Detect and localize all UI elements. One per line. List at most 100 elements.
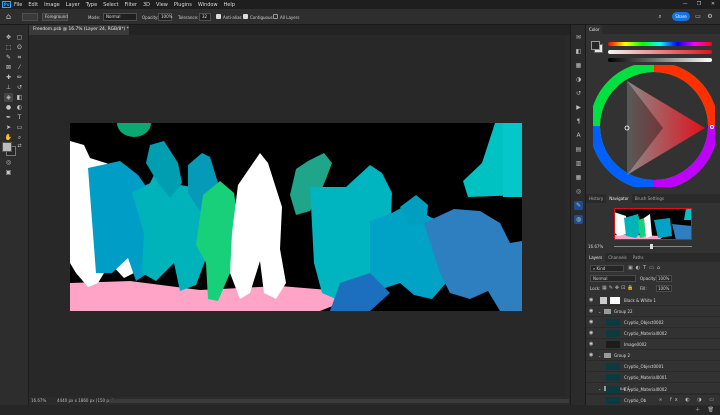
- visibility-eye-icon[interactable]: ◉: [589, 295, 595, 306]
- share-button[interactable]: Share: [672, 12, 690, 21]
- maximize-button[interactable]: ❐: [692, 0, 706, 9]
- gradients-icon[interactable]: ▥: [574, 159, 583, 168]
- menu-window[interactable]: Window: [198, 2, 218, 8]
- layer-row[interactable]: ◉ Cryptio_Object0002: [586, 317, 720, 328]
- adjustments-icon[interactable]: ◑: [574, 75, 583, 84]
- menu-edit[interactable]: Edit: [28, 2, 38, 8]
- menu-type[interactable]: Type: [86, 2, 97, 8]
- paint-bucket-tool-preset[interactable]: [22, 13, 38, 21]
- move-tool-icon[interactable]: ✥: [4, 33, 13, 42]
- home-icon[interactable]: ⌂: [6, 12, 16, 22]
- brush-tool-icon[interactable]: ✏: [15, 73, 24, 82]
- actions-icon[interactable]: ▶: [574, 103, 583, 112]
- visibility-eye-icon[interactable]: ◉: [589, 350, 595, 361]
- layer-row[interactable]: ◉ Cryptio_Material0002: [586, 328, 720, 339]
- zoom-readout[interactable]: 16.67%: [31, 398, 46, 403]
- menu-help[interactable]: Help: [224, 2, 235, 8]
- group-expand-icon[interactable]: ⌄: [598, 350, 601, 361]
- close-button[interactable]: ✕: [706, 0, 720, 9]
- menu-plugins[interactable]: Plugins: [174, 2, 192, 8]
- tab-layers[interactable]: Layers: [586, 253, 606, 262]
- horizontal-scrollbar[interactable]: [109, 399, 569, 403]
- swap-colors-icon[interactable]: ⇄: [15, 142, 24, 151]
- mode-select[interactable]: Normal: [103, 13, 137, 21]
- tab-paths[interactable]: Paths: [630, 253, 647, 262]
- antialias-checkbox[interactable]: [216, 14, 221, 19]
- styles-icon[interactable]: ◎: [574, 187, 583, 196]
- pen-tool-icon[interactable]: ✒: [4, 113, 13, 122]
- tab-color[interactable]: Color: [586, 25, 603, 34]
- layer-row[interactable]: Cryptio_Material0001: [586, 372, 720, 383]
- paragraph-icon[interactable]: ¶: [574, 117, 583, 126]
- visibility-eye-icon[interactable]: ◉: [589, 328, 595, 339]
- workspace-icon[interactable]: ▭: [694, 12, 702, 21]
- opacity-field[interactable]: 100%: [158, 13, 172, 21]
- fill-field[interactable]: 100%: [656, 285, 672, 292]
- color-wheel[interactable]: [593, 65, 715, 187]
- group-expand-icon[interactable]: ⌄: [598, 306, 601, 317]
- tab-brush-settings[interactable]: Brush Settings: [632, 194, 667, 203]
- layer-row[interactable]: ◉ Image0002: [586, 339, 720, 350]
- document-tab[interactable]: Freedom.psb @ 16.7% (Layer 24, RGB/8*) *…: [29, 25, 129, 42]
- quick-select-tool-icon[interactable]: ✎: [4, 53, 13, 62]
- menu-view[interactable]: View: [156, 2, 168, 8]
- crop-tool-icon[interactable]: ⌗: [15, 53, 24, 62]
- minimize-button[interactable]: —: [678, 0, 692, 9]
- layer-row[interactable]: ◉ ⌄ Group 22: [586, 306, 720, 317]
- tab-history[interactable]: History: [586, 194, 606, 203]
- navigator-zoom-handle[interactable]: [650, 244, 653, 249]
- navigator-icon[interactable]: ◍: [574, 215, 583, 224]
- eyedropper-tool-icon[interactable]: ⁄: [15, 63, 24, 72]
- artboard-tool-icon[interactable]: ▢: [15, 33, 24, 42]
- layers-footer-icons[interactable]: ∞ fx ◐ ◑ ▭ ＋ 🗑: [646, 395, 720, 413]
- clone-stamp-tool-icon[interactable]: ⊥: [4, 83, 13, 92]
- frame-tool-icon[interactable]: ⊠: [4, 63, 13, 72]
- brushes-icon[interactable]: ✎: [574, 201, 583, 210]
- fg-color-chip[interactable]: [591, 41, 600, 50]
- navigator-zoom[interactable]: 16.67%: [588, 244, 603, 249]
- history-icon[interactable]: ↺: [574, 89, 583, 98]
- foreground-color-swatch[interactable]: [2, 142, 12, 152]
- dodge-tool-icon[interactable]: ◐: [15, 103, 24, 112]
- layer-filter-select[interactable]: ⌕ Kind: [590, 265, 624, 272]
- zoom-tool-icon[interactable]: ⌕: [15, 133, 24, 142]
- tolerance-field[interactable]: 32: [199, 13, 211, 21]
- menu-filter[interactable]: Filter: [125, 2, 137, 8]
- lock-icons[interactable]: ▦✎✥⊡🔒: [602, 285, 636, 291]
- menu-image[interactable]: Image: [44, 2, 60, 8]
- character-icon[interactable]: A: [574, 131, 583, 140]
- layer-opacity-field[interactable]: 100%: [656, 275, 672, 282]
- settings-icon[interactable]: ⚙: [706, 12, 714, 21]
- all-layers-checkbox[interactable]: [273, 14, 278, 19]
- visibility-eye-icon[interactable]: ◉: [589, 339, 595, 350]
- tab-channels[interactable]: Channels: [605, 253, 630, 262]
- menu-3d[interactable]: 3D: [143, 2, 150, 8]
- tab-navigator[interactable]: Navigator: [606, 194, 632, 203]
- visibility-eye-icon[interactable]: ◉: [589, 317, 595, 328]
- layer-row[interactable]: Cryptio_Object0001: [586, 361, 720, 372]
- properties-icon[interactable]: ◧: [574, 47, 583, 56]
- rectangle-tool-icon[interactable]: ▭: [15, 123, 24, 132]
- hand-tool-icon[interactable]: ✋: [4, 133, 13, 142]
- document-canvas[interactable]: [70, 123, 522, 311]
- fill-source-select[interactable]: Foreground: [42, 13, 68, 21]
- menu-layer[interactable]: Layer: [66, 2, 80, 8]
- brightness-slider[interactable]: [608, 58, 712, 62]
- blur-tool-icon[interactable]: ●: [4, 103, 13, 112]
- hue-marker[interactable]: [710, 125, 714, 129]
- hue-slider[interactable]: [608, 42, 712, 46]
- contiguous-checkbox[interactable]: [243, 14, 248, 19]
- healing-brush-tool-icon[interactable]: ✚: [4, 73, 13, 82]
- layer-row[interactable]: ◉ Black & White 1: [586, 295, 720, 306]
- layer-row[interactable]: ◉ ⌄ Group 2: [586, 350, 720, 361]
- screen-mode-icon[interactable]: ▣: [4, 168, 13, 177]
- visibility-eye-icon[interactable]: ◉: [589, 306, 595, 317]
- marquee-tool-icon[interactable]: ⬚: [4, 43, 13, 52]
- quick-mask-icon[interactable]: ◎: [4, 158, 13, 167]
- patterns-icon[interactable]: ▦: [574, 173, 583, 182]
- menu-select[interactable]: Select: [103, 2, 118, 8]
- path-selection-tool-icon[interactable]: ➤: [4, 123, 13, 132]
- navigator-zoom-slider[interactable]: [614, 246, 692, 247]
- libraries-icon[interactable]: ▦: [574, 61, 583, 70]
- layer-filter-icons[interactable]: ▣◐T▭⌂: [628, 265, 688, 272]
